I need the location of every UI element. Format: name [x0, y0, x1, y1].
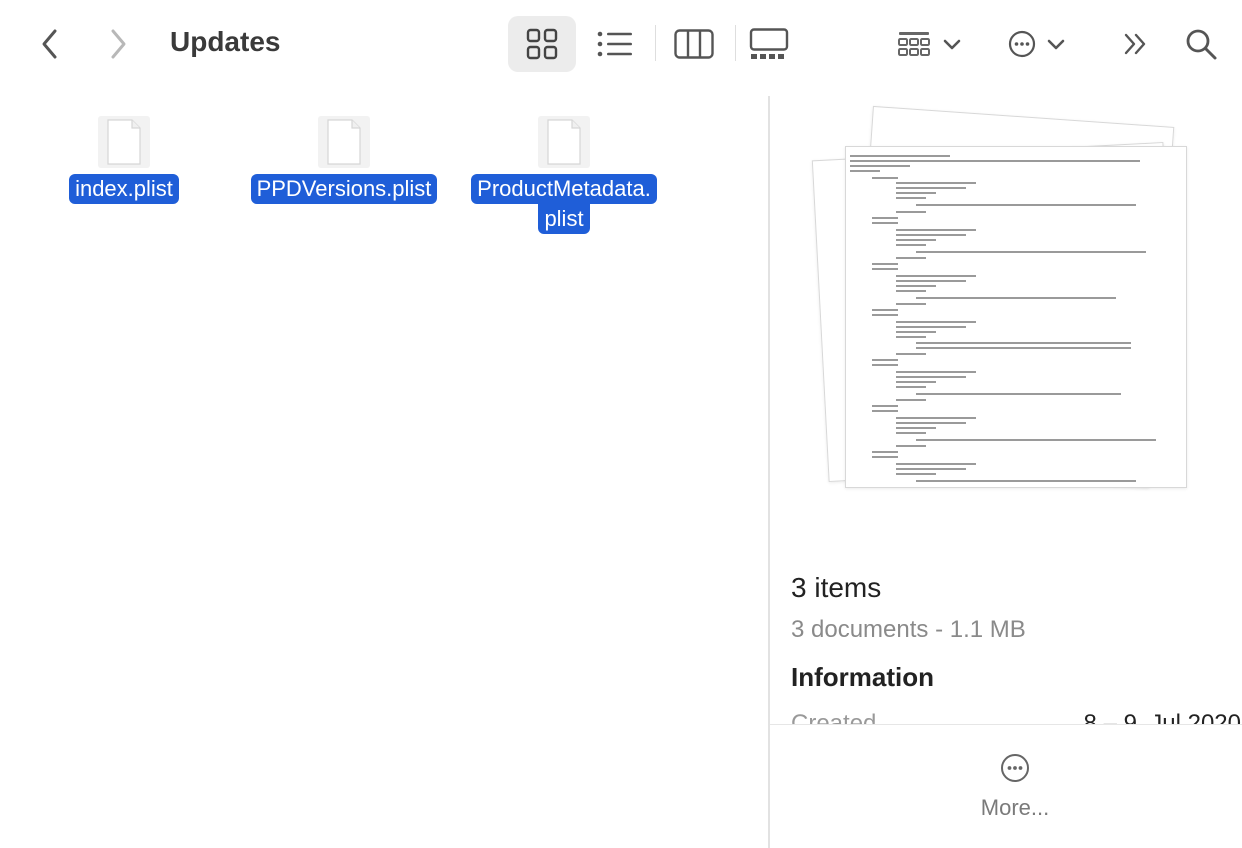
file-item-productmetadata[interactable]: ProductMetadata. plist: [452, 116, 676, 234]
forward-button[interactable]: [98, 24, 138, 64]
group-icon: [898, 32, 930, 56]
created-value: 8 – 9. Jul 2020: [1083, 710, 1241, 724]
toolbar-divider: [735, 25, 736, 61]
search-button[interactable]: [1180, 22, 1222, 66]
document-icon: [538, 116, 590, 168]
toolbar: Updates: [0, 0, 1242, 90]
grid-icon: [526, 28, 558, 60]
group-button[interactable]: [892, 22, 968, 66]
toolbar-divider: [655, 25, 656, 61]
window-title: Updates: [170, 26, 281, 57]
created-row: Created 8 – 9. Jul 2020: [791, 710, 1241, 724]
preview-panel: 3 items 3 documents - 1.1 MB Information…: [770, 96, 1242, 848]
more-button[interactable]: More...: [970, 752, 1060, 821]
document-icon: [98, 116, 150, 168]
created-label: Created: [791, 710, 877, 724]
document-stack-preview: [810, 105, 1220, 526]
list-view-button[interactable]: [592, 22, 638, 66]
columns-icon: [674, 29, 714, 59]
chevron-down-icon: [943, 39, 961, 50]
gallery-icon: [749, 28, 789, 59]
back-button[interactable]: [30, 24, 70, 64]
file-item-ppdversions[interactable]: PPDVersions.plist: [232, 116, 456, 204]
file-name: index.plist: [69, 174, 179, 204]
more-circle-icon: [1001, 754, 1029, 782]
toolbar-overflow-button[interactable]: [1116, 22, 1156, 66]
more-label: More...: [980, 795, 1050, 820]
chevron-left-icon: [42, 29, 57, 59]
chevron-right-icon: [111, 29, 126, 59]
chevron-down-icon: [1047, 39, 1065, 50]
column-view-button[interactable]: [670, 22, 718, 66]
selection-summary: 3 documents - 1.1 MB: [791, 616, 1026, 643]
file-name-line2: plist: [538, 204, 590, 234]
document-icon: [318, 116, 370, 168]
file-item-index[interactable]: index.plist: [52, 116, 196, 204]
gallery-view-button[interactable]: [746, 22, 792, 66]
search-icon: [1186, 29, 1217, 60]
list-icon: [597, 31, 632, 57]
preview-sheet-front: [845, 146, 1187, 488]
panel-footer-divider: [770, 724, 1242, 725]
selection-count: 3 items: [791, 572, 882, 603]
double-chevron-right-icon: [1124, 33, 1146, 55]
file-area: index.plist PPDVersions.plist ProductMet…: [0, 96, 768, 848]
more-circle-icon: [1008, 30, 1036, 58]
file-name: PPDVersions.plist: [250, 174, 438, 204]
code-lines-illustration: [850, 155, 1156, 482]
file-name-line1: ProductMetadata.: [471, 174, 657, 204]
information-heading: Information: [791, 662, 934, 692]
action-button[interactable]: [1002, 22, 1072, 66]
icon-view-button[interactable]: [508, 16, 576, 72]
